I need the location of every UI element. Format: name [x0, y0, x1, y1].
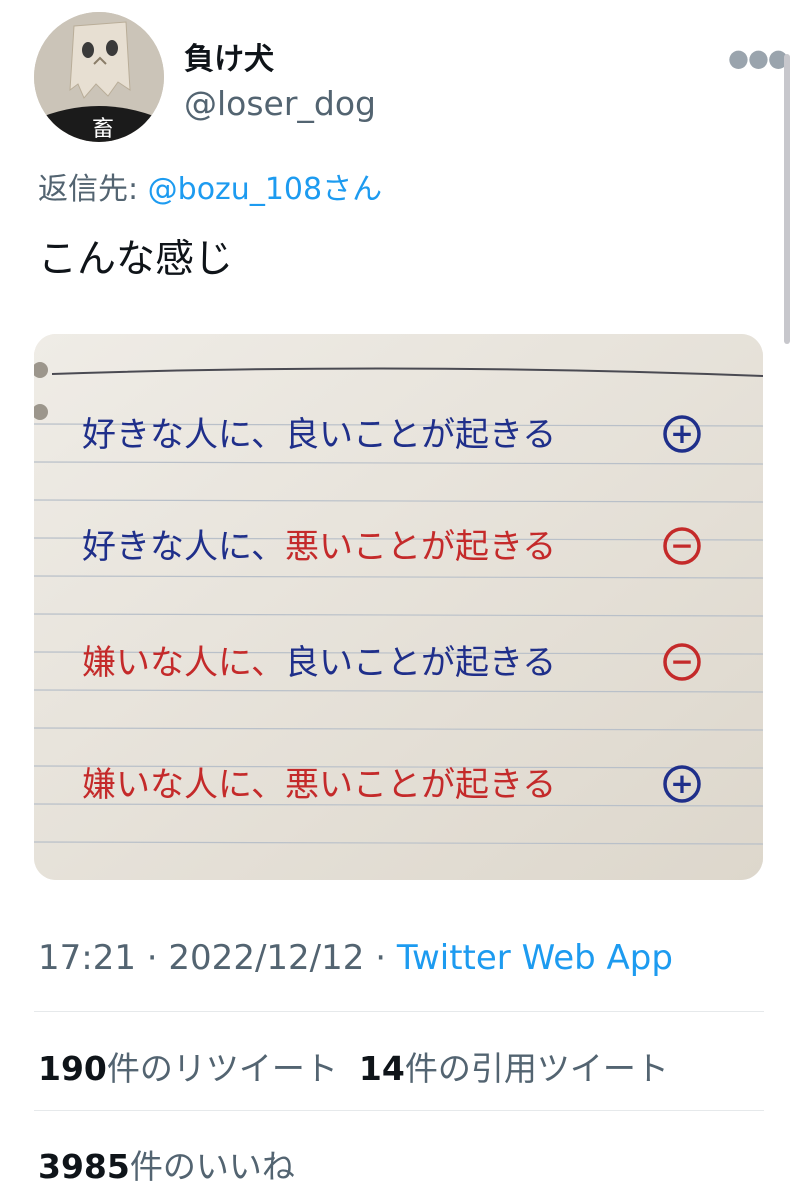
likes-label: 件のいいね — [129, 1147, 295, 1186]
reply-mention-link[interactable]: @bozu_108さん — [148, 172, 382, 207]
handwritten-line: 好きな人に、良いことが起きる — [82, 415, 556, 455]
quotes-stat[interactable]: 14件の引用ツイート — [359, 1049, 669, 1088]
retweets-label: 件のリツイート — [106, 1049, 338, 1088]
handwritten-subject: 嫌いな人に、 — [82, 643, 285, 683]
reply-context: 返信先: @bozu_108さん — [38, 164, 382, 208]
handwritten-event: 良いことが起きる — [285, 415, 556, 455]
tweet-source-link[interactable]: Twitter Web App — [397, 938, 673, 978]
tweet-stats: 190件のリツイート 14件の引用ツイート — [38, 1042, 669, 1090]
user-handle[interactable]: @loser_dog — [184, 84, 376, 123]
more-horizontal-icon[interactable]: ●●● — [728, 44, 789, 72]
handwritten-line: 嫌いな人に、悪いことが起きる — [82, 765, 556, 805]
handwritten-subject: 嫌いな人に、 — [82, 765, 285, 805]
retweets-count: 190 — [38, 1049, 107, 1088]
handwritten-line: 好きな人に、悪いことが起きる — [82, 527, 556, 567]
quotes-count: 14 — [358, 1049, 405, 1088]
tweet-meta: 17:21 · 2022/12/12 · Twitter Web App — [38, 938, 673, 978]
handwritten-event: 悪いことが起きる — [285, 527, 556, 567]
tweet-photo[interactable]: 好きな人に、良いことが起きる + 好きな人に、悪いことが起きる − 嫌いな人に、良いこと… — [34, 334, 763, 880]
quotes-label: 件の引用ツイート — [404, 1049, 669, 1088]
circled-sign-symbol: + — [670, 767, 693, 800]
handwritten-subject: 好きな人に、 — [82, 415, 285, 455]
circled-sign-symbol: + — [670, 417, 693, 450]
tweet-date[interactable]: 2022/12/12 — [168, 938, 364, 978]
tweet-text: こんな感じ — [38, 237, 234, 282]
divider — [34, 1011, 764, 1012]
likes-stat[interactable]: 3985件のいいね — [38, 1140, 295, 1188]
circled-sign-symbol: − — [670, 529, 693, 562]
scrollbar[interactable] — [784, 54, 790, 344]
notebook-photo: 好きな人に、良いことが起きる +好きな人に、悪いことが起きる −嫌いな人に、良いこと… — [34, 334, 763, 880]
divider — [34, 1110, 764, 1111]
avatar[interactable]: 畜 — [34, 12, 164, 142]
avatar-shirt-text: 畜 — [92, 117, 114, 142]
retweets-stat[interactable]: 190件のリツイート — [38, 1049, 338, 1088]
reply-label: 返信先: — [38, 172, 139, 207]
handwritten-event: 良いことが起きる — [285, 643, 556, 683]
handwritten-event: 悪いことが起きる — [285, 765, 556, 805]
meta-separator: · — [135, 938, 169, 978]
circled-sign-symbol: − — [670, 645, 693, 678]
meta-separator: · — [364, 938, 397, 978]
handwritten-line: 嫌いな人に、良いことが起きる — [82, 643, 556, 683]
tweet-time[interactable]: 17:21 — [38, 938, 136, 978]
display-name[interactable]: 負け犬 — [184, 34, 274, 78]
handwritten-subject: 好きな人に、 — [82, 527, 285, 567]
likes-count: 3985 — [38, 1147, 130, 1186]
